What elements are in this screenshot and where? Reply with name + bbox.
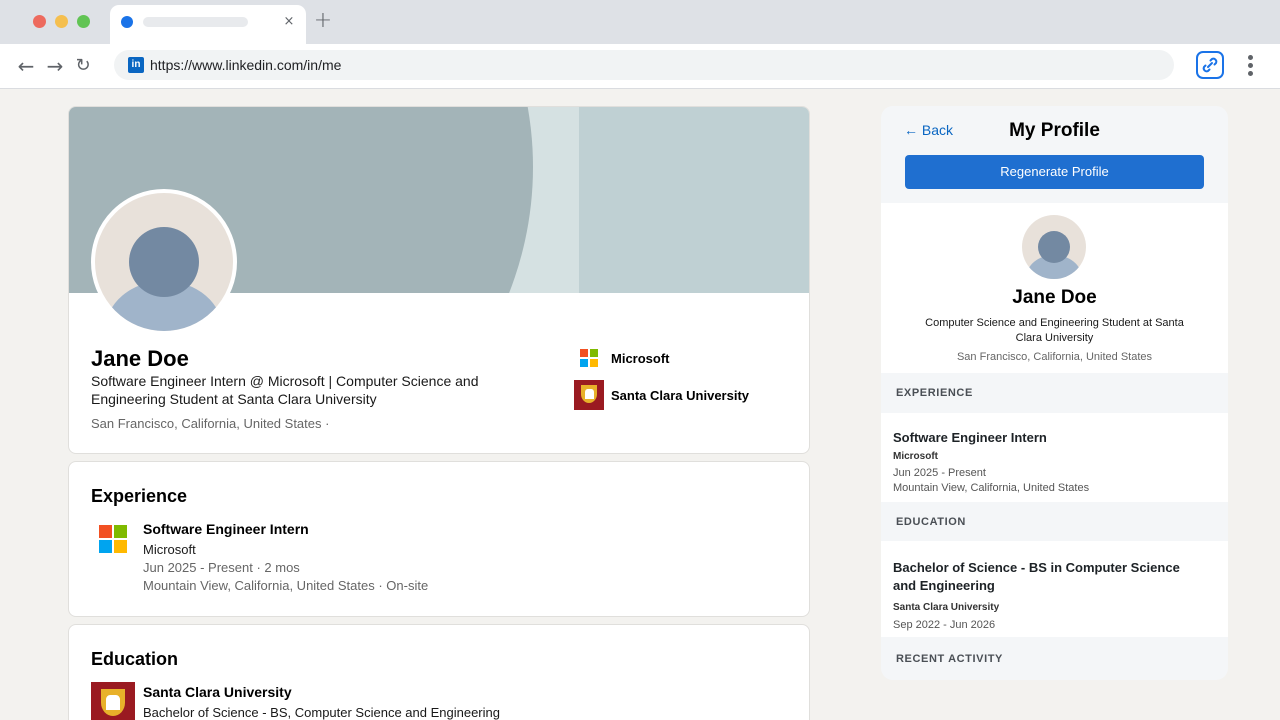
regenerate-profile-button[interactable]: Regenerate Profile <box>905 155 1204 189</box>
tab-title-placeholder <box>143 17 248 27</box>
education-degree: Bachelor of Science - BS, Computer Scien… <box>143 705 500 720</box>
school-link[interactable]: Santa Clara University <box>611 388 749 403</box>
panel-activity-heading: RECENT ACTIVITY <box>896 653 1003 665</box>
window-minimize-icon[interactable] <box>55 15 68 28</box>
santa-clara-university-logo <box>574 380 604 410</box>
panel-experience-item: Software Engineer Intern Microsoft Jun 2… <box>881 413 1228 502</box>
panel-education-school: Santa Clara University <box>893 602 1000 613</box>
experience-dates: Jun 2025 - Present · 2 mos <box>143 560 300 575</box>
experience-location: Mountain View, California, United States… <box>143 578 429 593</box>
panel-experience-heading: EXPERIENCE <box>896 387 973 399</box>
window-maximize-icon[interactable] <box>77 15 90 28</box>
experience-company: Microsoft <box>143 542 196 557</box>
panel-education-dates: Sep 2022 - Jun 2026 <box>893 619 996 631</box>
address-bar-url[interactable]: https://www.linkedin.com/in/me <box>150 57 341 73</box>
panel-education-degree: Bachelor of Science - BS in Computer Sci… <box>893 560 1180 593</box>
chain-link-chat-icon[interactable] <box>1196 51 1224 79</box>
experience-role[interactable]: Software Engineer Intern <box>143 521 309 537</box>
browser-toolbar: ← → ↻ in https://www.linkedin.com/in/me <box>0 44 1280 89</box>
browser-tab[interactable]: × <box>110 5 306 44</box>
current-company-link[interactable]: Microsoft <box>611 351 670 366</box>
microsoft-logo <box>99 525 127 553</box>
browser-tab-bar: × + <box>0 0 1280 44</box>
panel-experience-location: Mountain View, California, United States <box>893 482 1090 494</box>
panel-name: Jane Doe <box>1012 287 1097 308</box>
window-close-icon[interactable] <box>33 15 46 28</box>
back-link[interactable]: ← Back <box>904 122 953 138</box>
microsoft-logo <box>580 349 598 367</box>
profile-avatar[interactable] <box>91 189 237 335</box>
panel-experience-dates: Jun 2025 - Present <box>893 467 986 479</box>
profile-headline: Software Engineer Intern @ Microsoft | C… <box>91 373 479 407</box>
my-profile-panel: My Profile ← Back Regenerate Profile Jan… <box>881 106 1228 680</box>
tab-favicon-icon <box>121 16 133 28</box>
back-arrow-icon[interactable]: ← <box>14 52 38 80</box>
reload-icon[interactable]: ↻ <box>71 52 95 80</box>
experience-card: Experience Software Engineer Intern Micr… <box>68 461 810 617</box>
panel-experience-company: Microsoft <box>893 451 938 462</box>
panel-experience-role: Software Engineer Intern <box>893 430 1047 445</box>
panel-profile-summary: Jane Doe Computer Science and Engineerin… <box>881 203 1228 373</box>
kebab-menu-icon[interactable] <box>1243 53 1259 77</box>
profile-name: Jane Doe <box>91 346 189 371</box>
panel-education-item: Bachelor of Science - BS in Computer Sci… <box>881 541 1228 637</box>
linkedin-favicon-icon: in <box>128 57 144 73</box>
panel-avatar <box>1022 215 1086 279</box>
address-bar[interactable]: in https://www.linkedin.com/in/me <box>114 50 1174 80</box>
tab-close-icon[interactable]: × <box>280 13 298 31</box>
new-tab-button[interactable]: + <box>311 9 335 33</box>
education-card: Education Santa Clara University Bachelo… <box>68 624 810 720</box>
experience-heading: Experience <box>91 486 188 506</box>
panel-headline: Computer Science and Engineering Student… <box>925 317 1184 344</box>
santa-clara-university-logo <box>91 682 135 720</box>
panel-location: San Francisco, California, United States <box>956 351 1153 363</box>
panel-education-heading: EDUCATION <box>896 516 966 528</box>
forward-arrow-icon[interactable]: → <box>43 52 67 80</box>
profile-location: San Francisco, California, United States… <box>91 416 330 431</box>
education-school[interactable]: Santa Clara University <box>143 684 292 700</box>
education-heading: Education <box>91 649 179 669</box>
